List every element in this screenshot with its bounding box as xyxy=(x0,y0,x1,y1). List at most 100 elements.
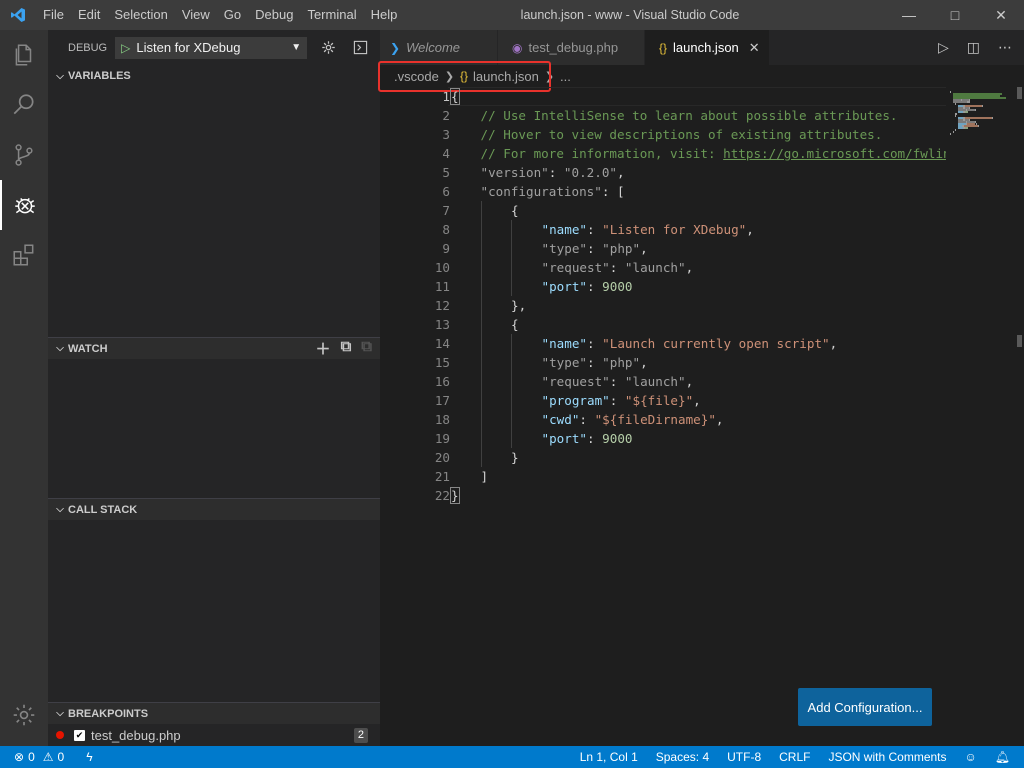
error-icon[interactable]: ⊗ xyxy=(14,750,24,764)
menu-view[interactable]: View xyxy=(175,0,217,30)
menu-help[interactable]: Help xyxy=(364,0,405,30)
line-content: "name": "Listen for XDebug", xyxy=(448,220,754,239)
minimap-token xyxy=(981,105,983,107)
breakpoint-dot-icon xyxy=(56,731,64,739)
code-line[interactable]: 8 "name": "Listen for XDebug", xyxy=(380,220,946,239)
extensions-icon[interactable] xyxy=(0,230,48,280)
code-line[interactable]: 13 { xyxy=(380,315,946,334)
minimap[interactable] xyxy=(946,87,1014,687)
code-token: 9000 xyxy=(602,431,633,446)
language-mode[interactable]: JSON with Comments xyxy=(828,750,946,764)
menu-selection[interactable]: Selection xyxy=(107,0,174,30)
cursor-position[interactable]: Ln 1, Col 1 xyxy=(580,750,638,764)
line-number: 22 xyxy=(434,488,450,503)
variables-header[interactable]: ⌵ VARIABLES xyxy=(48,65,380,87)
warning-count[interactable]: 0 xyxy=(58,750,65,764)
chevron-down-icon: ⌵ xyxy=(56,343,64,354)
scrollbar-thumb[interactable] xyxy=(1017,87,1022,99)
code-line[interactable]: 14 "name": "Launch currently open script"… xyxy=(380,334,946,353)
search-icon[interactable] xyxy=(0,80,48,130)
code-line[interactable]: 22} xyxy=(380,486,946,505)
code-line[interactable]: 7{ xyxy=(380,201,946,220)
warning-icon[interactable]: ⚠ xyxy=(43,750,54,764)
breakpoints-header[interactable]: ⌵ BREAKPOINTS xyxy=(48,702,380,724)
code-token: 9000 xyxy=(602,279,633,294)
call-stack-header[interactable]: ⌵ CALL STACK xyxy=(48,498,380,520)
code-line[interactable]: 11 "port": 9000 xyxy=(380,277,946,296)
run-icon[interactable]: ▷ xyxy=(938,39,949,56)
code-line[interactable]: 2 // Use IntelliSense to learn about poss… xyxy=(380,106,946,125)
source-control-icon[interactable] xyxy=(0,130,48,180)
code-line[interactable]: 1{ xyxy=(380,87,946,106)
line-content: // Use IntelliSense to learn about possi… xyxy=(448,106,898,125)
add-expression-icon[interactable]: ＋ xyxy=(316,338,331,359)
notifications-bell-icon[interactable]: 🔔︎ xyxy=(995,750,1010,764)
close-window-icon[interactable]: ✕ xyxy=(978,0,1024,30)
code-line[interactable]: 9 "type": "php", xyxy=(380,239,946,258)
code-line[interactable]: 21] xyxy=(380,467,946,486)
debug-icon[interactable] xyxy=(0,180,48,230)
code-line[interactable]: 10 "request": "launch", xyxy=(380,258,946,277)
tab-launch-json[interactable]: {} launch.json ✕ xyxy=(645,30,770,65)
more-actions-icon[interactable]: ⋯ xyxy=(998,39,1012,56)
breakpoints-title: BREAKPOINTS xyxy=(68,707,149,720)
line-content: "configurations": [ xyxy=(448,182,625,201)
line-ending[interactable]: CRLF xyxy=(779,750,810,764)
code-line[interactable]: 12}, xyxy=(380,296,946,315)
code-line[interactable]: 5 "version": "0.2.0", xyxy=(380,163,946,182)
tab-test-debug-php[interactable]: ◉ test_debug.php xyxy=(498,30,645,65)
open-launch-json-gear-icon[interactable] xyxy=(317,37,339,59)
minimap-token xyxy=(955,103,956,105)
breakpoint-checkbox[interactable]: ✔ xyxy=(74,729,85,741)
collapse-all-icon[interactable]: ⧉ xyxy=(341,338,352,359)
split-editor-icon[interactable]: ◫ xyxy=(967,39,980,56)
minimize-icon[interactable]: — xyxy=(886,0,932,30)
feedback-smiley-icon[interactable]: ☺ xyxy=(965,750,977,764)
code-token: "type" xyxy=(541,241,588,256)
code-line[interactable]: 15 "type": "php", xyxy=(380,353,946,372)
code-line[interactable]: 18 "cwd": "${fileDirname}", xyxy=(380,410,946,429)
code-token: "name" xyxy=(541,336,588,351)
code-token: : xyxy=(609,393,625,408)
menu-go[interactable]: Go xyxy=(217,0,248,30)
menu-debug[interactable]: Debug xyxy=(248,0,300,30)
maximize-icon[interactable]: □ xyxy=(932,0,978,30)
breakpoint-file: test_debug.php xyxy=(91,727,181,743)
add-configuration-button[interactable]: Add Configuration... xyxy=(798,688,932,726)
menu-terminal[interactable]: Terminal xyxy=(300,0,363,30)
code-line[interactable]: 16 "request": "launch", xyxy=(380,372,946,391)
menu-file[interactable]: File xyxy=(36,0,71,30)
menu-edit[interactable]: Edit xyxy=(71,0,107,30)
launch-config-select[interactable]: ▷ Listen for XDebug ▼ xyxy=(115,36,308,59)
explorer-icon[interactable] xyxy=(0,30,48,80)
line-number: 5 xyxy=(442,165,450,180)
code-line[interactable]: 19 "port": 9000 xyxy=(380,429,946,448)
code-editor[interactable]: 1{2// Use IntelliSense to learn about po… xyxy=(380,87,946,687)
breadcrumb-more[interactable]: ... xyxy=(560,69,571,84)
code-line[interactable]: 6 "configurations": [ xyxy=(380,182,946,201)
line-content: "type": "php", xyxy=(448,353,648,372)
code-line[interactable]: 3 // Hover to view descriptions of existi… xyxy=(380,125,946,144)
close-tab-icon[interactable]: ✕ xyxy=(749,40,760,56)
code-token: { xyxy=(511,203,519,218)
error-count[interactable]: 0 xyxy=(28,750,35,764)
code-token: "cwd" xyxy=(541,412,580,427)
line-number: 9 xyxy=(442,241,450,256)
start-debug-icon[interactable]: ▷ xyxy=(121,41,130,55)
settings-gear-icon[interactable] xyxy=(0,690,48,740)
lightning-icon[interactable]: ϟ xyxy=(86,750,92,764)
line-content: { xyxy=(448,87,460,106)
line-number: 4 xyxy=(442,146,450,161)
code-line[interactable]: 17 "program": "${file}", xyxy=(380,391,946,410)
debug-console-icon[interactable] xyxy=(349,37,371,59)
encoding[interactable]: UTF-8 xyxy=(727,750,761,764)
code-line[interactable]: 4// For more information, visit: https:/… xyxy=(380,144,946,163)
code-token: , xyxy=(746,222,754,237)
indentation[interactable]: Spaces: 4 xyxy=(656,750,709,764)
code-line[interactable]: 20} xyxy=(380,448,946,467)
code-token: , xyxy=(715,412,724,427)
breakpoint-item[interactable]: ✔ test_debug.php 2 xyxy=(48,724,380,746)
tab-welcome[interactable]: ❯ Welcome xyxy=(380,30,498,65)
remove-all-icon[interactable]: ⧉ xyxy=(361,338,372,359)
watch-header[interactable]: ⌵ WATCH ＋ ⧉ ⧉ xyxy=(48,337,380,359)
